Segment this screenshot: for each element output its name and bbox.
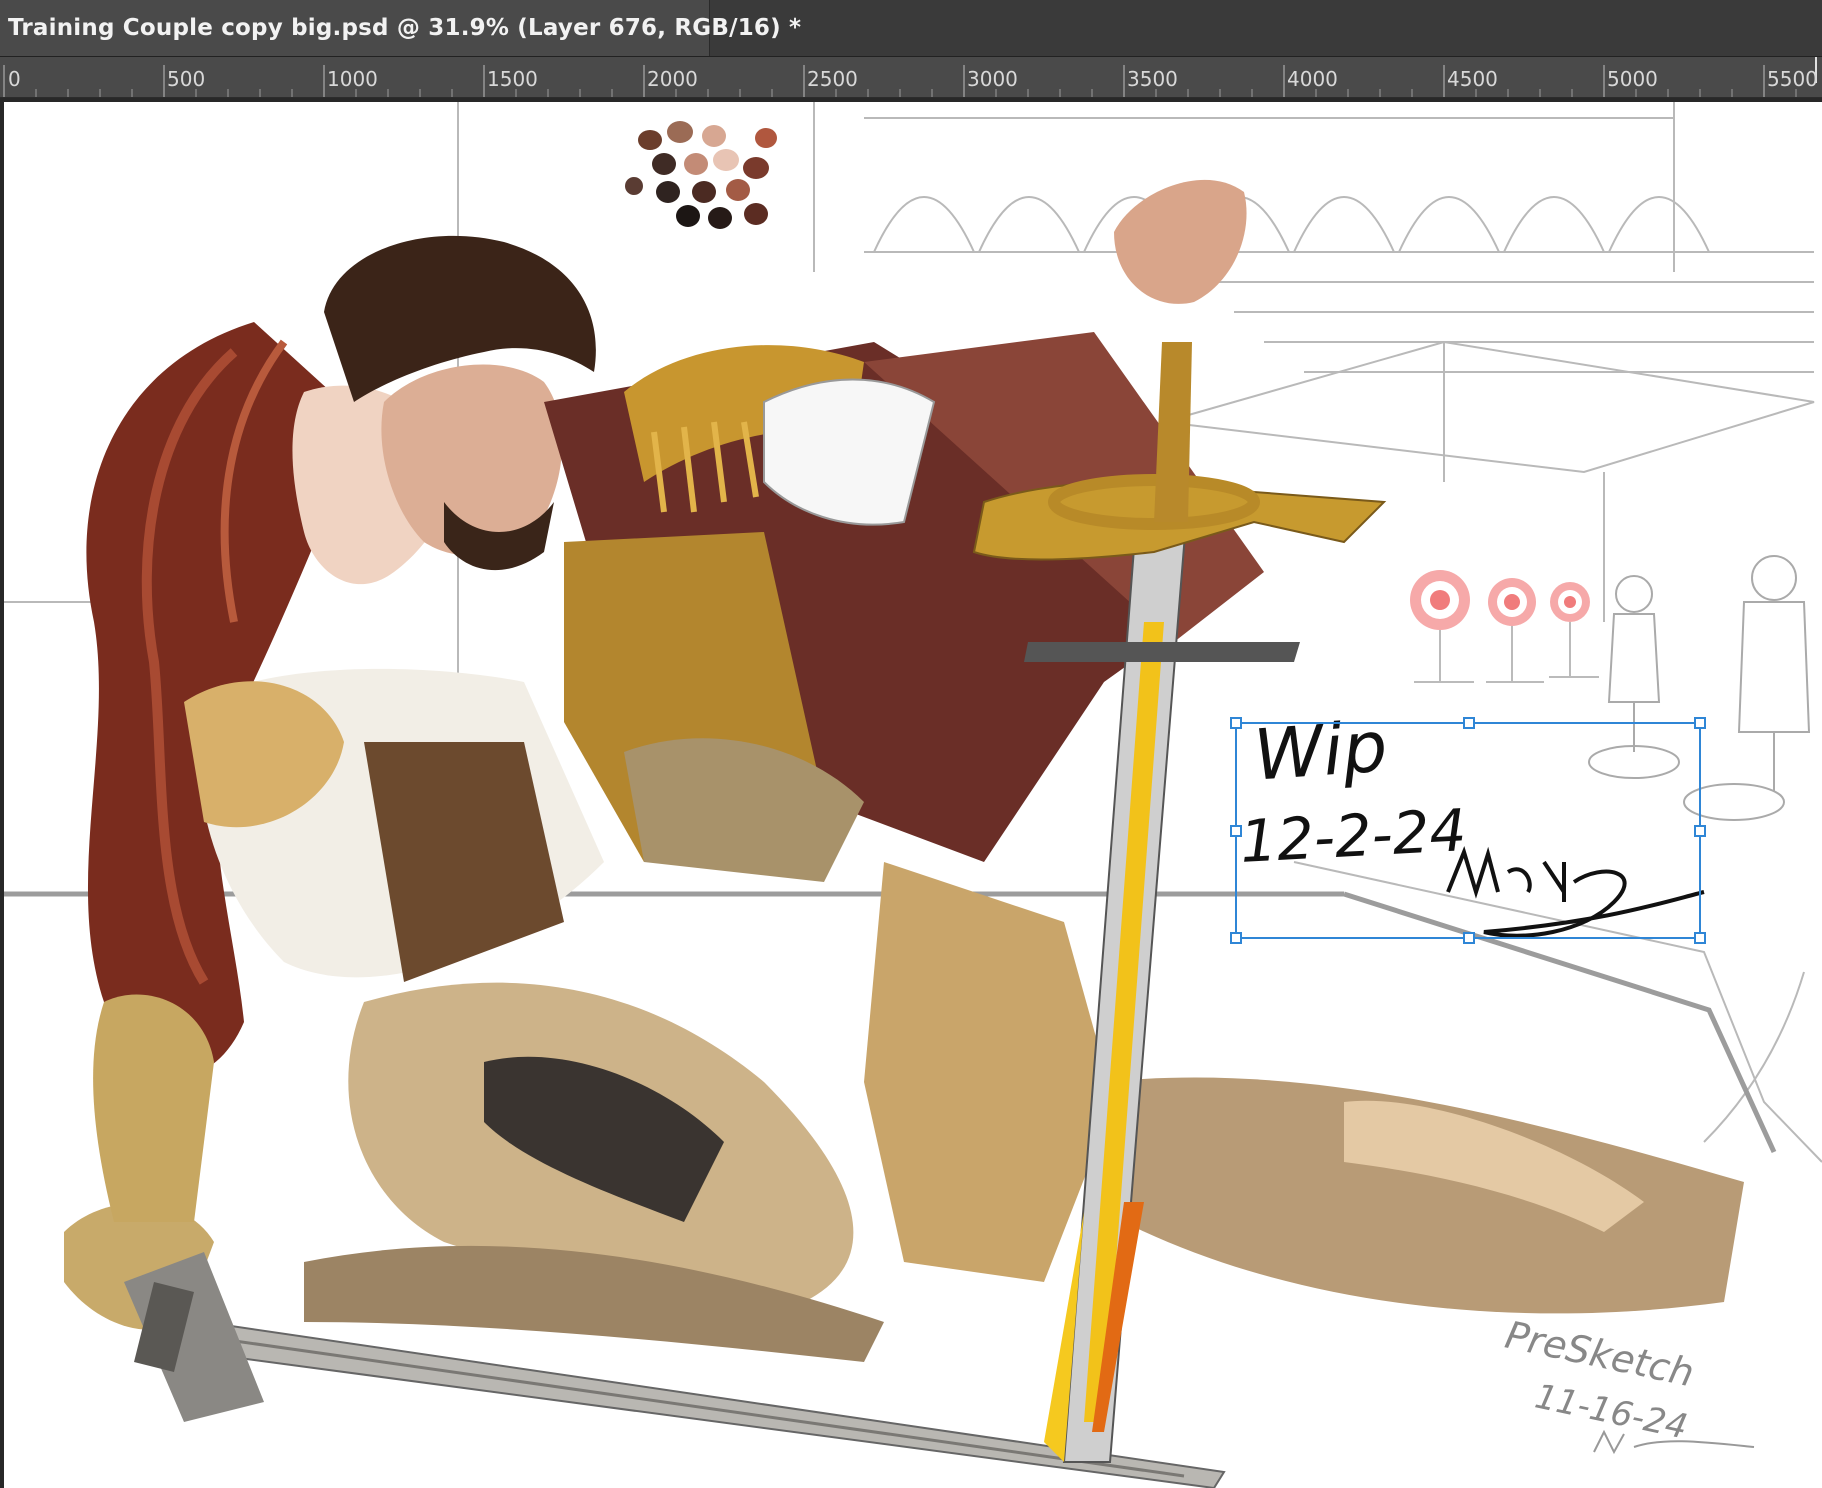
- transform-handle-top-right[interactable]: [1694, 717, 1706, 729]
- document-canvas[interactable]: Wip 12-2-24 PreSketch 11-16-24: [4, 102, 1822, 1488]
- document-tab-bar: Training Couple copy big.psd @ 31.9% (La…: [0, 0, 1822, 57]
- photoshop-window: Training Couple copy big.psd @ 31.9% (La…: [0, 0, 1822, 1488]
- document-tab[interactable]: Training Couple copy big.psd @ 31.9% (La…: [0, 0, 801, 56]
- ruler-label: 2000: [647, 67, 698, 91]
- ruler-label: 4000: [1287, 67, 1338, 91]
- archery-targets: [1410, 570, 1599, 683]
- transform-handle-right[interactable]: [1694, 825, 1706, 837]
- transform-handle-top[interactable]: [1463, 717, 1475, 729]
- color-swatches: [625, 121, 777, 229]
- transform-handle-bottom-left[interactable]: [1230, 932, 1242, 944]
- canvas-area[interactable]: Wip 12-2-24 PreSketch 11-16-24: [0, 98, 1822, 1488]
- ruler-ticks: [3, 57, 1817, 97]
- ruler-label: 1500: [487, 67, 538, 91]
- transform-handle-left[interactable]: [1230, 825, 1242, 837]
- transform-handle-top-left[interactable]: [1230, 717, 1242, 729]
- ruler-label: 3500: [1127, 67, 1178, 91]
- horizontal-ruler[interactable]: 0 500 1000 1500 2000 2500 3000 3500 4000…: [0, 57, 1822, 98]
- ruler-label: 2500: [807, 67, 858, 91]
- ruler-label: 5500: [1767, 67, 1818, 91]
- ruler-label: 5000: [1607, 67, 1658, 91]
- transform-bounding-box[interactable]: [1230, 717, 1706, 944]
- transform-handle-bottom-right[interactable]: [1694, 932, 1706, 944]
- transform-handle-bottom[interactable]: [1463, 932, 1475, 944]
- ruler-label: 0: [8, 67, 21, 91]
- document-tab-title: Training Couple copy big.psd @ 31.9% (La…: [8, 15, 802, 41]
- ruler-label: 3000: [967, 67, 1018, 91]
- ruler-label: 4500: [1447, 67, 1498, 91]
- ruler-label: 500: [167, 67, 206, 91]
- ruler-label: 1000: [327, 67, 378, 91]
